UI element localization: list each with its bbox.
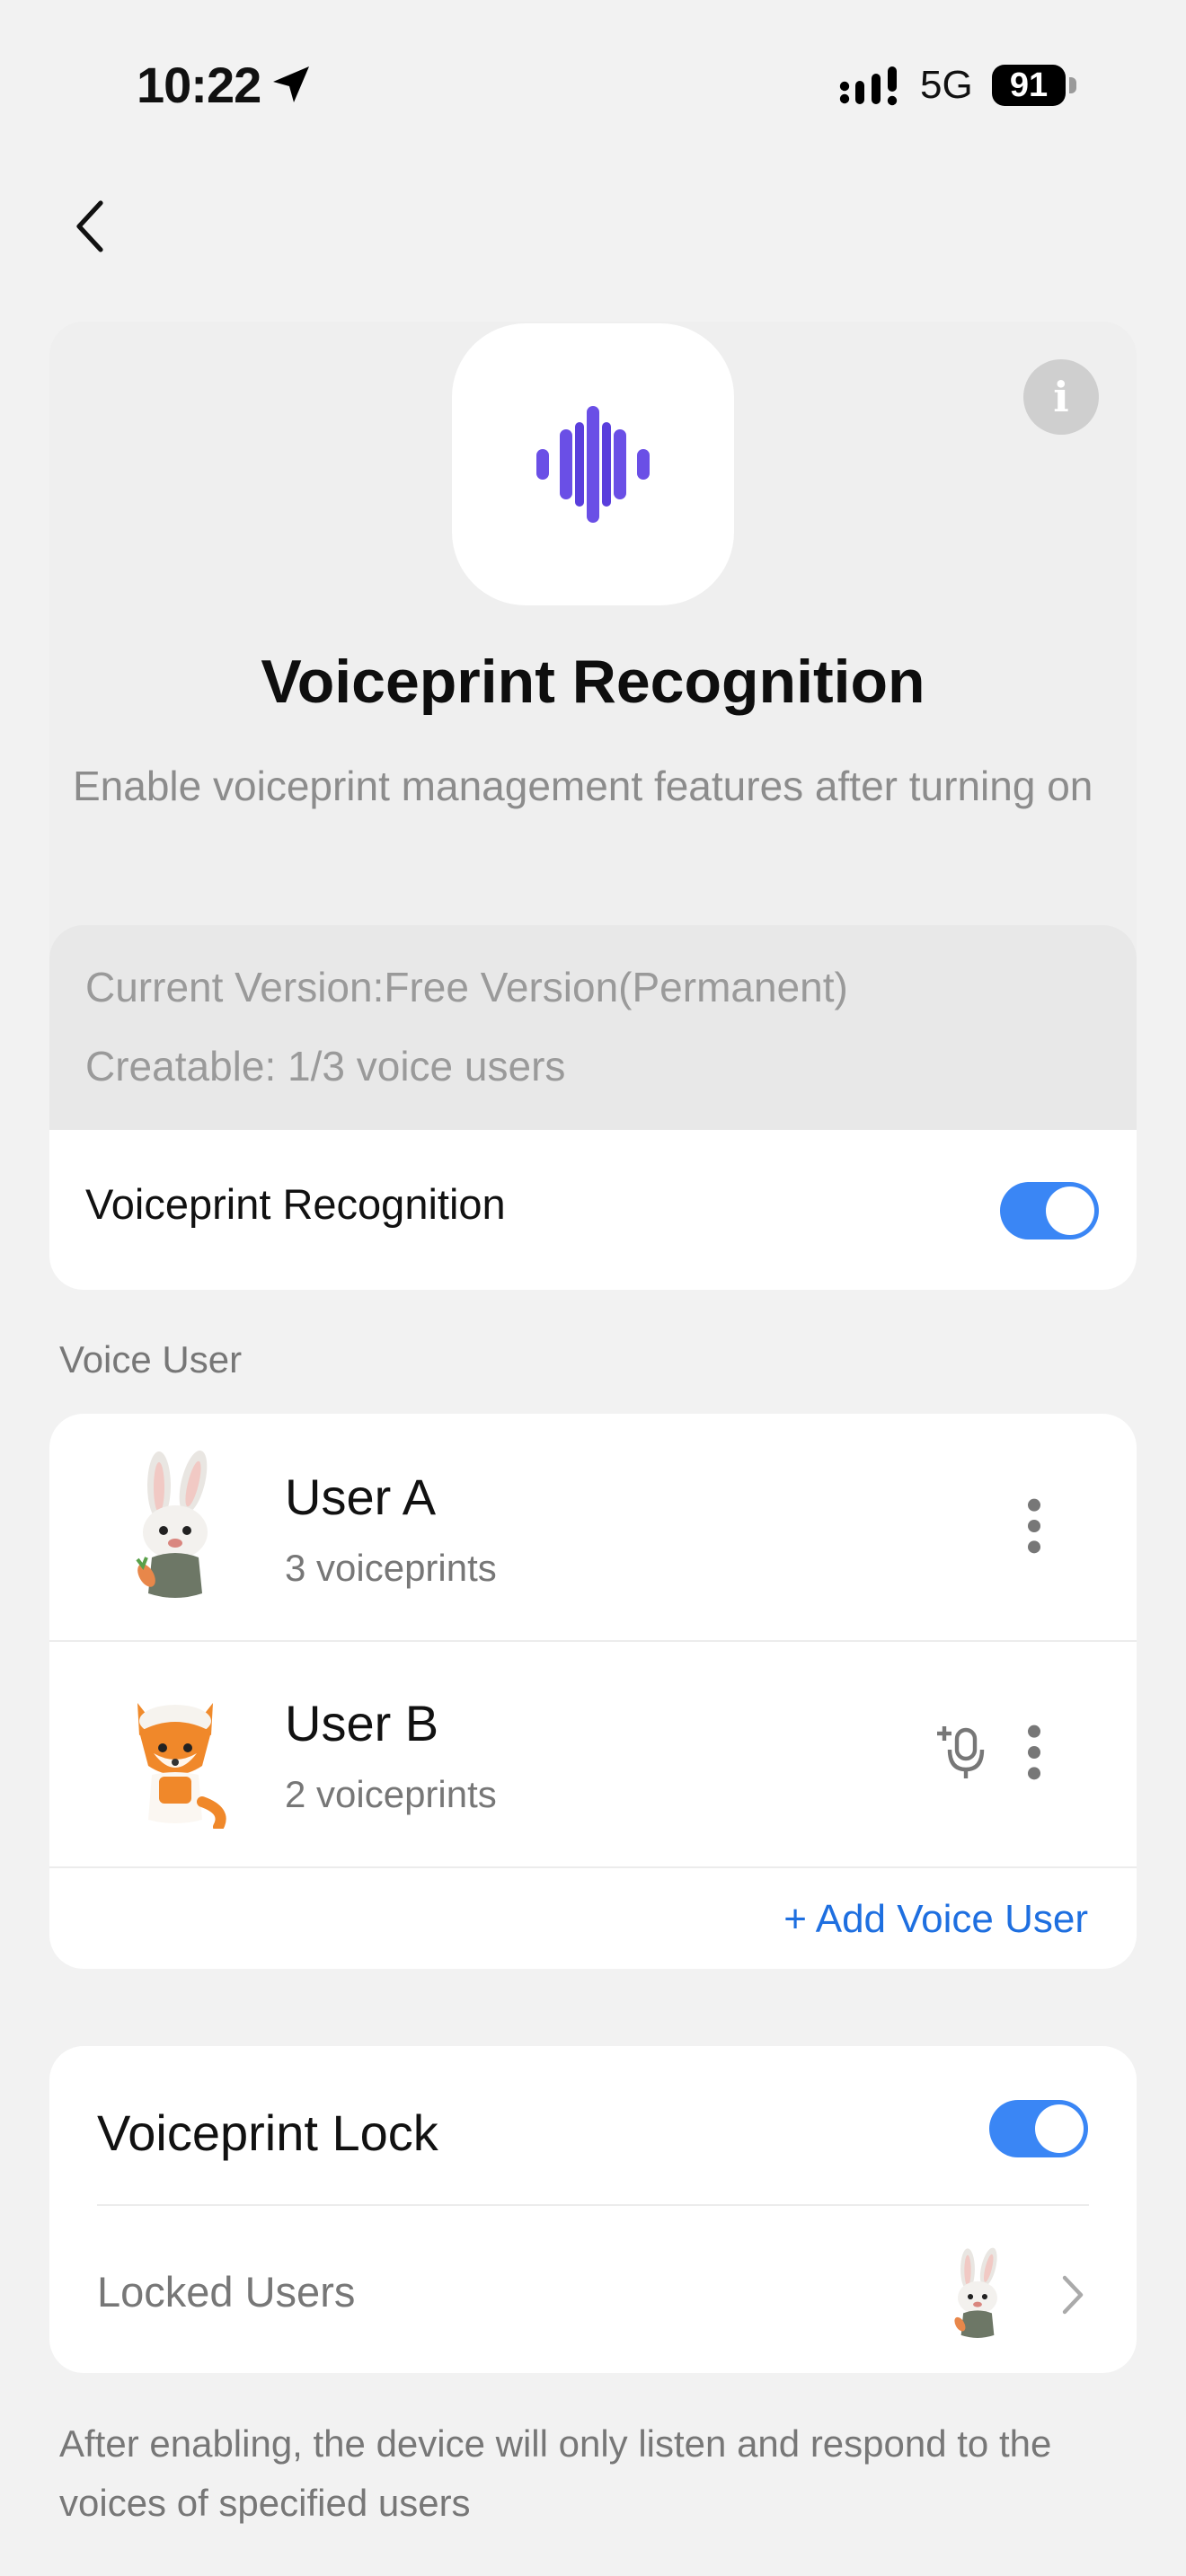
creatable-count-text: Creatable: 1/3 voice users bbox=[85, 1043, 566, 1090]
chevron-left-icon bbox=[76, 200, 103, 252]
section-label-voice-user: Voice User bbox=[59, 1338, 243, 1381]
voiceprint-lock-card: Voiceprint Lock Locked Users bbox=[49, 2046, 1137, 2373]
divider bbox=[97, 2204, 1089, 2206]
user-name: User B bbox=[285, 1695, 439, 1751]
back-button[interactable] bbox=[63, 192, 117, 260]
rabbit-avatar bbox=[954, 2247, 998, 2338]
version-info: Current Version:Free Version(Permanent) … bbox=[49, 925, 1137, 1130]
voice-users-card: User A 3 voiceprints User B 2 voiceprint… bbox=[49, 1414, 1137, 1969]
lock-toggle[interactable] bbox=[989, 2100, 1088, 2157]
more-vertical-icon[interactable] bbox=[1016, 1495, 1052, 1557]
location-arrow-icon bbox=[273, 66, 309, 102]
user-row[interactable]: User A 3 voiceprints bbox=[49, 1414, 1137, 1640]
voiceprint-count: 3 voiceprints bbox=[285, 1547, 497, 1589]
user-name: User A bbox=[285, 1469, 437, 1525]
lock-title: Voiceprint Lock bbox=[97, 2104, 438, 2161]
rabbit-avatar bbox=[136, 1450, 208, 1598]
app-icon bbox=[452, 323, 734, 605]
fox-avatar bbox=[137, 1703, 226, 1829]
more-vertical-icon[interactable] bbox=[1016, 1721, 1052, 1784]
voiceprint-count: 2 voiceprints bbox=[285, 1773, 497, 1815]
battery-level: 91 bbox=[992, 65, 1066, 106]
add-voice-user-button[interactable]: + Add Voice User bbox=[783, 1897, 1088, 1942]
chevron-right-icon[interactable] bbox=[1059, 2274, 1086, 2316]
network-type: 5G bbox=[920, 63, 973, 107]
recognition-toggle[interactable] bbox=[1000, 1182, 1099, 1239]
soundwave-icon bbox=[536, 406, 650, 523]
recognition-toggle-label: Voiceprint Recognition bbox=[85, 1180, 506, 1228]
page-title: Voiceprint Recognition bbox=[261, 648, 925, 716]
info-button[interactable]: i bbox=[1023, 359, 1099, 435]
status-time: 10:22 bbox=[137, 57, 261, 113]
user-row[interactable]: User B 2 voiceprints bbox=[49, 1640, 1137, 1866]
signal-icon bbox=[839, 66, 898, 106]
current-version-text: Current Version:Free Version(Permanent) bbox=[85, 964, 848, 1010]
info-icon: i bbox=[1053, 373, 1069, 421]
toggle-knob bbox=[1035, 2104, 1084, 2153]
toggle-knob bbox=[1046, 1187, 1094, 1235]
status-bar: 10:22 5G 91 bbox=[0, 0, 1186, 171]
voiceprint-card: i Voiceprint Recognition Enable voicepri… bbox=[49, 322, 1137, 1290]
divider bbox=[49, 1866, 1137, 1868]
feature-description: Enable voiceprint management features af… bbox=[73, 763, 1093, 809]
battery-tip bbox=[1069, 77, 1076, 93]
lock-description: After enabling, the device will only lis… bbox=[59, 2422, 1052, 2524]
add-voiceprint-icon[interactable] bbox=[935, 1723, 989, 1782]
locked-users-label[interactable]: Locked Users bbox=[97, 2267, 355, 2316]
